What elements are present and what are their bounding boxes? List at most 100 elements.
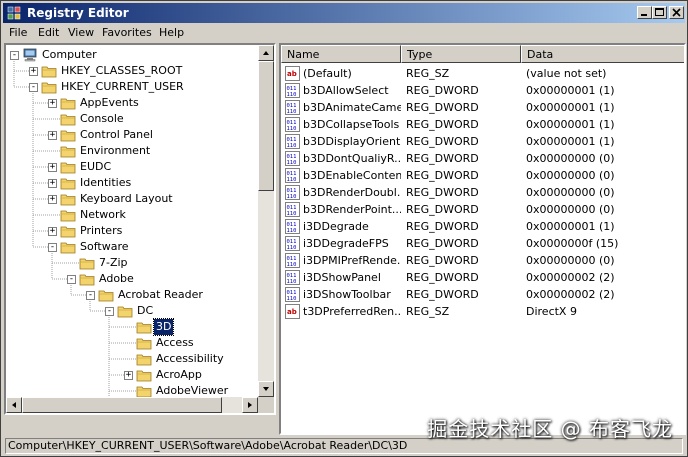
tree-expander-plus-icon[interactable]: + (124, 370, 133, 380)
tree-expander-minus-icon[interactable]: - (29, 82, 38, 92)
tree-node-appevents[interactable]: + AppEvents (6, 95, 258, 111)
minimize-button[interactable] (637, 6, 652, 19)
tree-node-software[interactable]: - Software (6, 239, 258, 255)
tree-vertical-scrollbar[interactable] (258, 45, 274, 397)
tree-expander-plus-icon[interactable]: + (48, 178, 57, 188)
value-name: b3DDontQualiyR... (303, 152, 401, 165)
menu-help[interactable]: Help (159, 26, 184, 40)
tree-scroll-left-button[interactable] (6, 397, 22, 413)
dword-value-icon: 011110 (285, 134, 300, 149)
string-value-icon: ab (285, 66, 300, 81)
menu-favorites[interactable]: Favorites (102, 26, 152, 40)
tree-hscroll-thumb[interactable] (22, 397, 222, 413)
value-row[interactable]: 011 110 i3DDegradeFPS REG_DWORD 0x0000000f (… (281, 235, 684, 252)
tree-node-access[interactable]: Access (6, 335, 258, 351)
svg-text:110: 110 (287, 245, 297, 251)
folder-icon (136, 322, 152, 334)
value-type: REG_DWORD (406, 169, 479, 182)
value-row[interactable]: 011 110 i3DPMIPrefRende... REG_DWORD 0x00000… (281, 252, 684, 269)
value-type: REG_DWORD (406, 186, 479, 199)
tree-expander-minus-icon[interactable]: - (10, 50, 19, 60)
tree-node-acroapp[interactable]: + AcroApp (6, 367, 258, 383)
folder-icon (136, 354, 152, 366)
tree-expander-minus-icon[interactable]: - (86, 290, 95, 300)
menu-edit[interactable]: Edit (38, 26, 59, 40)
tree-node-label: Control Panel (80, 128, 153, 141)
folder-icon (60, 210, 76, 222)
tree-expander-plus-icon[interactable]: + (48, 194, 57, 204)
tree-expander-plus-icon[interactable]: + (48, 162, 57, 172)
tree-node-environment[interactable]: Environment (6, 143, 258, 159)
tree-node-keyboard-layout[interactable]: + Keyboard Layout (6, 191, 258, 207)
column-header-type[interactable]: Type (401, 45, 521, 63)
tree-expander-minus-icon[interactable]: - (48, 242, 57, 252)
tree-expander-plus-icon[interactable]: + (29, 66, 38, 76)
tree-expander-plus-icon[interactable]: + (48, 130, 57, 140)
svg-text:110: 110 (287, 296, 297, 302)
value-row[interactable]: 011 110 i3DDegrade REG_DWORD 0x00000001 (1) (281, 218, 684, 235)
expander-glyph: - (49, 242, 56, 252)
column-header-data[interactable]: Data (521, 45, 684, 63)
tree-node-adobe[interactable]: - Adobe (6, 271, 258, 287)
tree-horizontal-scrollbar[interactable] (6, 397, 258, 413)
close-button[interactable] (669, 6, 684, 19)
maximize-button[interactable] (652, 6, 667, 19)
value-row[interactable]: 011 110 b3DRenderPoint... REG_DWORD 0x000000… (281, 201, 684, 218)
tree-node-printers[interactable]: + Printers (6, 223, 258, 239)
tree-node-eudc[interactable]: + EUDC (6, 159, 258, 175)
value-row[interactable]: 011 110 b3DAllowSelect REG_DWORD 0x00000001 … (281, 82, 684, 99)
dword-value-icon: 011110 (285, 151, 300, 166)
tree-expander-minus-icon[interactable]: - (105, 306, 114, 316)
value-row[interactable]: ab (Default) REG_SZ (value not set) (281, 65, 684, 82)
title-bar[interactable]: Registry Editor (3, 3, 685, 23)
folder-icon (60, 114, 76, 126)
value-row[interactable]: 011 110 b3DEnableContent REG_DWORD 0x0000000… (281, 167, 684, 184)
tree-scroll-thumb[interactable] (258, 61, 274, 191)
folder-icon (60, 162, 76, 174)
computer-icon (23, 48, 37, 62)
tree-node-hkey-classes-root[interactable]: + HKEY_CLASSES_ROOT (6, 63, 258, 79)
expander-glyph: - (106, 306, 113, 316)
folder-icon (136, 386, 152, 398)
folder-icon (136, 370, 152, 382)
menu-file[interactable]: File (9, 26, 27, 40)
tree-node-control-panel[interactable]: + Control Panel (6, 127, 258, 143)
tree-expander-minus-icon[interactable]: - (67, 274, 76, 284)
tree-node-acrobat-reader[interactable]: - Acrobat Reader (6, 287, 258, 303)
dword-value-icon: 011110 (285, 185, 300, 200)
value-row[interactable]: 011110b3DAnimateCamera REG_DWORD 0x0000000… (281, 99, 684, 116)
value-name: b3DDisplayOrient... (303, 135, 401, 148)
value-data: 0x00000002 (2) (526, 288, 615, 301)
dword-value-icon: 011110 (285, 253, 300, 268)
expander-glyph: - (30, 82, 37, 92)
values-list-pane[interactable]: Name Type Data ab (Default) REG_SZ (value n… (279, 43, 686, 435)
tree-scroll-corner (258, 397, 274, 413)
value-type: REG_DWORD (406, 288, 479, 301)
value-data: DirectX 9 (526, 305, 577, 318)
tree-node-hkey-current-user[interactable]: - HKEY_CURRENT_USER (6, 79, 258, 95)
key-tree-pane[interactable]: - Computer + HKEY_CLASSES_ROOT - HKEY_CURRENT… (4, 43, 276, 415)
tree-scroll-up-button[interactable] (258, 45, 274, 61)
value-row[interactable]: 011 110 b3DDisplayOrient... REG_DWORD 0x0000… (281, 133, 684, 150)
tree-node-identities[interactable]: + Identities (6, 175, 258, 191)
value-row[interactable]: 011 110 i3DShowToolbar REG_DWORD 0x00000002 … (281, 286, 684, 303)
column-header-name[interactable]: Name (281, 45, 401, 63)
value-row[interactable]: 011 110 b3DDontQualiyR... REG_DWORD 0x000000… (281, 150, 684, 167)
tree-node-3d[interactable]: 3D (6, 318, 258, 336)
tree-expander-plus-icon[interactable]: + (48, 226, 57, 236)
tree-node-dc[interactable]: - DC (6, 303, 258, 319)
value-row[interactable]: 011 110 i3DShowPanel REG_DWORD 0x00000002 (2… (281, 269, 684, 286)
tree-node-network[interactable]: Network (6, 207, 258, 223)
tree-node-accessibility[interactable]: Accessibility (6, 351, 258, 367)
value-row[interactable]: 011 110 b3DCollapseTools REG_DWORD 0x0000000… (281, 116, 684, 133)
tree-node-computer[interactable]: - Computer (6, 47, 258, 63)
value-row[interactable]: 011 110 b3DRenderDoubl... REG_DWORD 0x000000… (281, 184, 684, 201)
tree-scroll-down-button[interactable] (258, 381, 274, 397)
value-row[interactable]: ab t3DPreferredRen... REG_SZ DirectX 9 (281, 303, 684, 320)
menu-view[interactable]: View (68, 26, 94, 40)
window-title: Registry Editor (27, 6, 129, 20)
tree-node-7-zip[interactable]: 7-Zip (6, 255, 258, 271)
tree-node-console[interactable]: Console (6, 111, 258, 127)
tree-expander-plus-icon[interactable]: + (48, 98, 57, 108)
tree-scroll-right-button[interactable] (242, 397, 258, 413)
